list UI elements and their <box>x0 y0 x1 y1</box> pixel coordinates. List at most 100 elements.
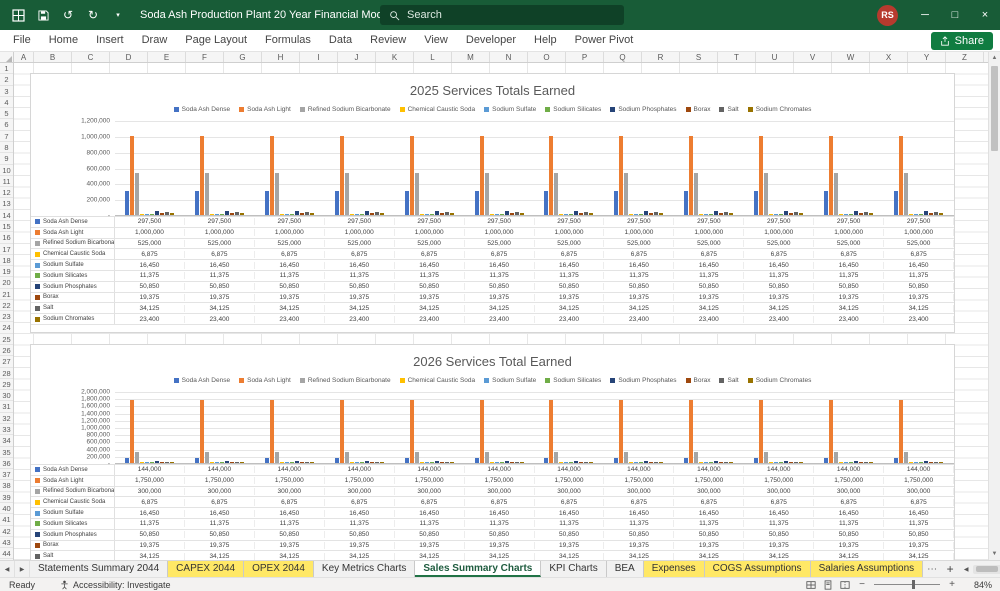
bar-chemical-caustic-soda <box>769 214 774 215</box>
ribbon-tab-developer[interactable]: Developer <box>457 30 525 51</box>
zoom-in-button[interactable]: + <box>947 579 957 590</box>
legend-key-swatch <box>173 378 179 383</box>
more-sheets-icon[interactable]: ⋯ <box>923 561 941 577</box>
ribbon-tab-power-pivot[interactable]: Power Pivot <box>566 30 643 51</box>
quick-access-toolbar: ↺ ↻ ▾ <box>0 7 136 23</box>
share-button[interactable]: Share <box>930 32 993 50</box>
redo-icon[interactable]: ↻ <box>85 7 101 23</box>
sheet-tab-expenses[interactable]: Expenses <box>643 561 705 577</box>
bar-sodium-silicates <box>569 462 574 463</box>
hscroll-track[interactable] <box>973 564 1000 574</box>
bar-sodium-chromates <box>659 213 664 215</box>
ribbon-tab-home[interactable]: Home <box>40 30 87 51</box>
undo-icon[interactable]: ↺ <box>60 7 76 23</box>
minimize-button[interactable]: ─ <box>910 0 940 30</box>
scroll-up-icon[interactable]: ▲ <box>989 52 1000 64</box>
bar-borax <box>509 462 514 463</box>
vertical-scrollbar[interactable]: ▲ ▼ <box>988 52 1000 560</box>
accessibility-checker[interactable]: Accessibility: Investigate <box>60 580 171 590</box>
sheet-tab-sales-summary-charts[interactable]: Sales Summary Charts <box>415 561 542 577</box>
scroll-down-icon[interactable]: ▼ <box>989 548 1000 560</box>
sheet-tab-statements-summary-2044[interactable]: Statements Summary 2044 <box>30 561 169 577</box>
normal-view-icon[interactable] <box>806 580 816 590</box>
sheet-tab-cogs-assumptions[interactable]: COGS Assumptions <box>704 561 811 577</box>
data-table-value: 19,375 <box>465 293 535 301</box>
bar-borax <box>789 213 794 215</box>
data-table-value: 6,875 <box>604 498 675 506</box>
data-table-row-sodium-phosphates: Sodium Phosphates 50,850 50,850 50,850 50,85… <box>31 281 955 293</box>
data-table-value: 19,375 <box>674 541 745 549</box>
chart-2026-services-total-earned[interactable]: 2026 Services Total Earned Soda Ash Dense… <box>30 344 955 560</box>
sheet-nav-left-icon[interactable]: ◀ <box>0 561 15 577</box>
bar-sodium-phosphates <box>434 210 439 215</box>
sheet-tab-kpi-charts[interactable]: KPI Charts <box>541 561 607 577</box>
data-table-value: 11,375 <box>604 520 675 528</box>
ribbon-tab-help[interactable]: Help <box>525 30 566 51</box>
bar-sodium-chromates <box>519 213 524 215</box>
ribbon-tab-file[interactable]: File <box>4 30 40 51</box>
hscroll-left-icon[interactable]: ◀ <box>959 566 973 573</box>
zoom-slider[interactable] <box>874 580 940 589</box>
legend-key-swatch <box>545 107 551 112</box>
bar-sodium-silicates <box>429 462 434 463</box>
excel-app-icon[interactable] <box>10 7 26 23</box>
sheet-nav-right-icon[interactable]: ▶ <box>15 561 30 577</box>
data-table-value: 19,375 <box>465 541 535 549</box>
bar-sodium-sulfate <box>144 213 149 215</box>
bar-soda-ash-light <box>409 135 414 215</box>
user-avatar[interactable]: RS <box>877 4 898 26</box>
ribbon-tab-draw[interactable]: Draw <box>133 30 177 51</box>
data-table-value: 23,400 <box>465 315 535 323</box>
sheet-tab-bar: ◀ ▶ Statements Summary 2044 CAPEX 2044 OPE… <box>0 560 1000 577</box>
restore-button[interactable]: □ <box>940 0 970 30</box>
save-icon[interactable] <box>35 7 51 23</box>
zoom-slider-thumb[interactable] <box>912 580 915 589</box>
data-table-value: 34,125 <box>535 552 605 560</box>
bar-soda-ash-light <box>199 135 204 215</box>
quick-access-chevron-icon[interactable]: ▾ <box>110 7 126 23</box>
data-table-value: 34,125 <box>674 304 745 312</box>
bar-sodium-chromates <box>939 213 944 215</box>
legend-item-sodium-silicates: Sodium Silicates <box>545 106 601 113</box>
new-sheet-button[interactable]: + <box>941 561 959 577</box>
ribbon-tab-page-layout[interactable]: Page Layout <box>176 30 256 51</box>
zoom-out-button[interactable]: − <box>857 579 867 590</box>
status-mode: Ready <box>9 579 36 590</box>
search-box[interactable]: Search <box>380 5 624 25</box>
data-table-value: 19,375 <box>604 541 675 549</box>
sheet-tab-key-metrics-charts[interactable]: Key Metrics Charts <box>314 561 416 577</box>
data-table-value: 144,000 <box>604 466 675 474</box>
plot-area: 2,000,000 1,800,000 1,600,000 1,400,000 1,20… <box>31 389 954 468</box>
ribbon-tab-review[interactable]: Review <box>361 30 415 51</box>
data-table-value: 11,375 <box>884 520 955 528</box>
sheet-tab-salaries-assumptions[interactable]: Salaries Assumptions <box>810 561 924 577</box>
data-table-series-label: Soda Ash Light <box>31 475 115 486</box>
sheet-tab-bea[interactable]: BEA <box>607 561 644 577</box>
bar-soda-ash-dense <box>684 191 689 215</box>
ribbon-tab-view[interactable]: View <box>415 30 457 51</box>
data-table-value: 6,875 <box>465 498 535 506</box>
chart-2025-services-totals-earned[interactable]: 2025 Services Totals Earned Soda Ash Dens… <box>30 73 955 333</box>
bar-cluster <box>535 121 605 215</box>
data-table-value: 16,450 <box>115 509 185 517</box>
ribbon-tab-formulas[interactable]: Formulas <box>256 30 320 51</box>
bar-sodium-phosphates <box>714 461 719 463</box>
ribbon-tab-insert[interactable]: Insert <box>87 30 133 51</box>
bar-borax <box>439 213 444 215</box>
bar-sodium-phosphates <box>784 210 789 215</box>
sheet-tab-opex-2044[interactable]: OPEX 2044 <box>244 561 314 577</box>
page-layout-view-icon[interactable] <box>823 579 833 590</box>
page-break-view-icon[interactable] <box>840 580 850 590</box>
bar-soda-ash-light <box>129 135 134 215</box>
data-table-value: 144,000 <box>325 466 395 474</box>
close-button[interactable]: × <box>970 0 1000 30</box>
bar-cluster <box>674 392 744 463</box>
vertical-scrollbar-thumb[interactable] <box>991 66 998 151</box>
sheet-tab-capex-2044[interactable]: CAPEX 2044 <box>168 561 245 577</box>
ribbon-tab-data[interactable]: Data <box>320 30 361 51</box>
bar-refined-sodium-bicarbonate <box>414 452 419 463</box>
data-table-value: 50,850 <box>115 283 185 291</box>
hscroll-thumb[interactable] <box>976 566 999 572</box>
horizontal-scrollbar[interactable]: ◀ ▶ <box>959 561 1000 577</box>
bar-soda-ash-light <box>549 135 554 215</box>
